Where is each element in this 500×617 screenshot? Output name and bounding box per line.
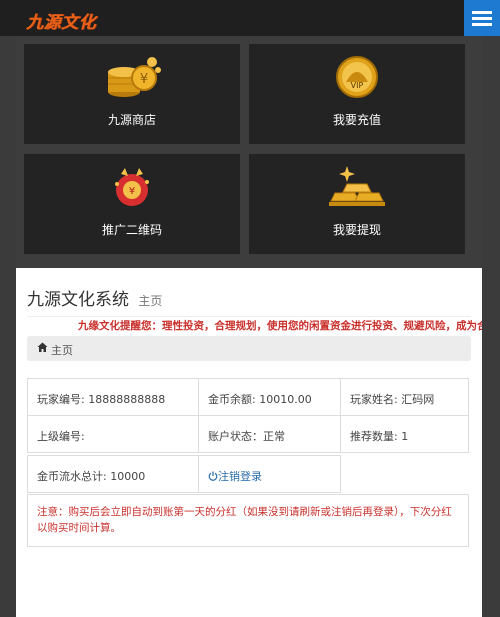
menu-button[interactable] (464, 0, 500, 36)
page-subtitle: 主页 (138, 294, 163, 308)
notice-box: 注意：购买后会立即自动到账第一天的分红（如果没到请刷新或注销后再登录），下次分红… (27, 494, 469, 547)
coin-balance-cell: 金币余额: 10010.00 (198, 378, 341, 416)
player-id: 玩家编号: 18888888888 (37, 393, 166, 406)
logout-cell: 注销登录 (198, 455, 341, 493)
svg-text:¥: ¥ (129, 186, 135, 197)
logo[interactable]: 九源文化 (26, 8, 96, 33)
feature-tiles: ¥ 九源商店 VIP 我要充值 ¥ 推广二维码 我要提现 (16, 36, 482, 268)
account-status: 账户状态：正常 (208, 430, 285, 443)
notice-marquee-text: 九缘文化提醒您：理性投资，合理规划，使用您的闲置资金进行投资、规避风险，成为合 (78, 320, 482, 332)
coins-icon: ¥ (102, 54, 162, 103)
tile-qrcode[interactable]: ¥ 推广二维码 (24, 154, 240, 254)
tile-recharge-label: 我要充值 (332, 113, 381, 127)
coin-balance: 金币余额: 10010.00 (208, 393, 312, 406)
player-name-cell: 玩家姓名: 汇码网 (340, 378, 469, 416)
referral-count: 推荐数量: 1 (350, 430, 409, 443)
coin-flow-total: 金币流水总计: 10000 (37, 470, 146, 483)
main-panel: 九源文化系统 主页 九缘文化提醒您：理性投资，合理规划，使用您的闲置资金进行投资… (16, 268, 482, 617)
svg-text:¥: ¥ (140, 72, 148, 87)
lucky-cat-icon: ¥ (109, 164, 155, 213)
superior-id: 上级编号: (37, 430, 85, 443)
tile-shop[interactable]: ¥ 九源商店 (24, 44, 240, 144)
svg-text:VIP: VIP (351, 81, 364, 90)
power-icon (208, 471, 218, 481)
referral-count-cell: 推荐数量: 1 (340, 415, 469, 453)
home-icon[interactable] (37, 342, 48, 356)
coin-flow-cell: 金币流水总计: 10000 (27, 455, 199, 493)
vip-ingot-icon: VIP (332, 54, 382, 103)
notice-marquee: 九缘文化提醒您：理性投资，合理规划，使用您的闲置资金进行投资、规避风险，成为合 (27, 318, 482, 334)
breadcrumb: 主页 (27, 336, 471, 361)
tile-withdraw[interactable]: 我要提现 (249, 154, 465, 254)
gold-bars-icon (325, 164, 389, 213)
notice-text: 注意：购买后会立即自动到账第一天的分红（如果没到请刷新或注销后再登录），下次分红… (37, 506, 452, 534)
tile-withdraw-label: 我要提现 (332, 223, 381, 237)
logout-link[interactable]: 注销登录 (208, 468, 262, 484)
breadcrumb-home[interactable]: 主页 (51, 342, 73, 358)
divider (27, 316, 471, 317)
account-status-cell: 账户状态：正常 (198, 415, 341, 453)
tile-qrcode-label: 推广二维码 (101, 223, 162, 237)
account-info-table: 玩家编号: 18888888888 金币余额: 10010.00 玩家姓名: 汇… (27, 378, 469, 547)
logout-label: 注销登录 (218, 470, 262, 483)
player-id-cell: 玩家编号: 18888888888 (27, 378, 199, 416)
player-name: 玩家姓名: 汇码网 (350, 393, 435, 406)
page-title-text: 九源文化系统 (27, 290, 129, 310)
page-title: 九源文化系统 主页 (27, 285, 162, 310)
hamburger-menu-icon (472, 11, 492, 14)
top-bar: 九源文化 (0, 0, 500, 36)
tile-recharge[interactable]: VIP 我要充值 (249, 44, 465, 144)
superior-id-cell: 上级编号: (27, 415, 199, 453)
tile-shop-label: 九源商店 (107, 113, 156, 127)
